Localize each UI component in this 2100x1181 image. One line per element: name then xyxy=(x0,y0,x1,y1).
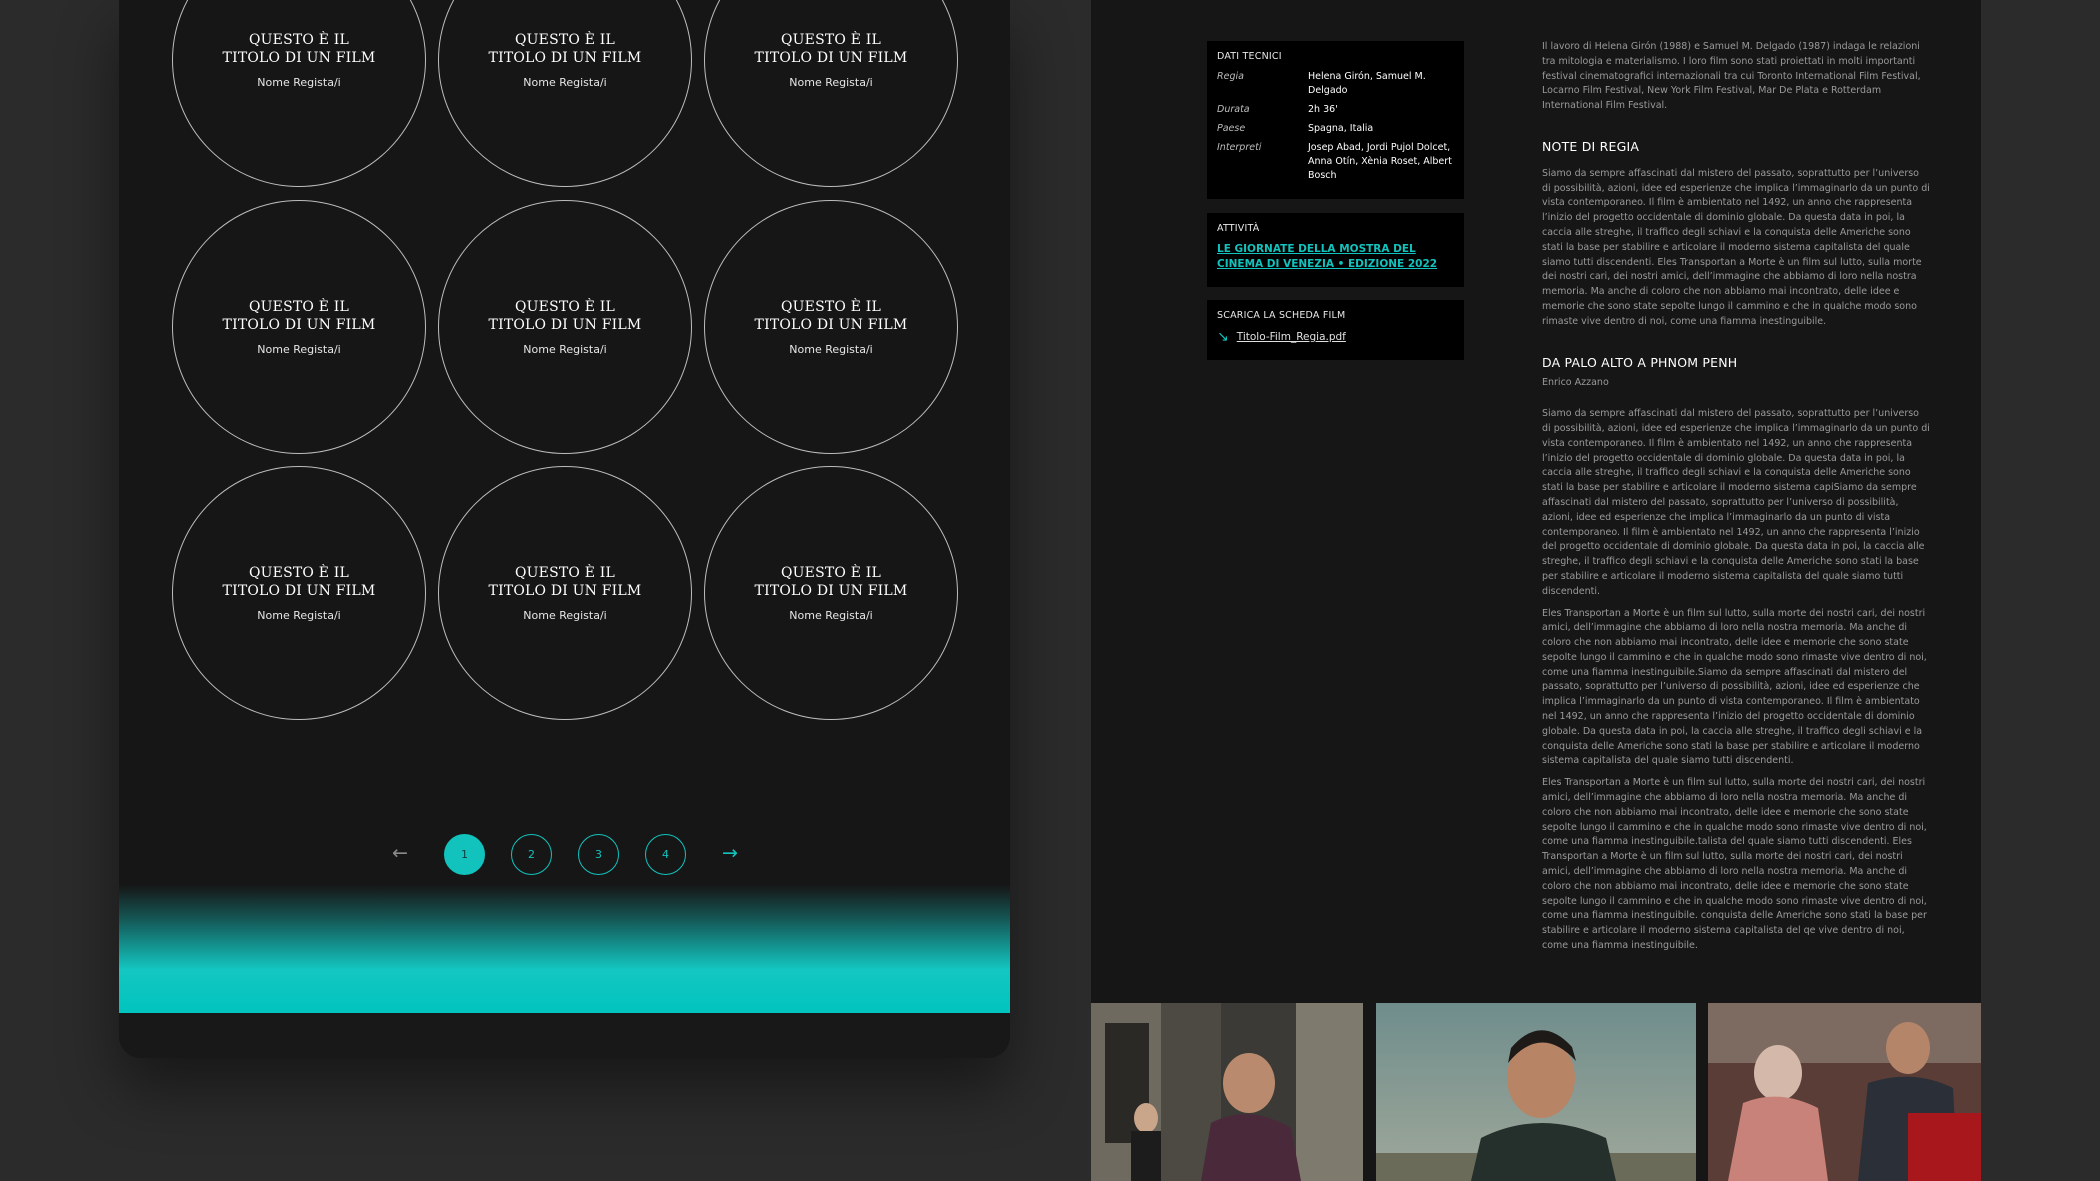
spec-row-interpreti: Interpreti Josep Abad, Jordi Pujol Dolce… xyxy=(1217,141,1454,183)
film-still-image[interactable] xyxy=(1708,1003,1981,1181)
notes-heading: NOTE DI REGIA xyxy=(1542,138,1640,154)
tech-data-title: DATI TECNICI xyxy=(1217,51,1282,62)
activity-box: ATTIVITÀ LE GIORNATE DELLA MOSTRA DEL CI… xyxy=(1207,213,1464,287)
spec-value: Helena Girón, Samuel M. Delgado xyxy=(1308,71,1426,96)
film-director: Nome Regista/i xyxy=(257,76,341,89)
spec-label: Durata xyxy=(1217,104,1250,115)
film-card[interactable]: QUESTO È IL TITOLO DI UN FILM Nome Regis… xyxy=(438,200,692,454)
film-title: QUESTO È IL TITOLO DI UN FILM xyxy=(488,565,642,599)
activity-link[interactable]: LE GIORNATE DELLA MOSTRA DEL CINEMA DI V… xyxy=(1217,242,1454,272)
tech-data-box: DATI TECNICI Regia Helena Girón, Samuel … xyxy=(1207,41,1464,199)
page-button-2[interactable]: 2 xyxy=(511,834,552,875)
intro-text: Il lavoro di Helena Girón (1988) e Samue… xyxy=(1542,41,1921,112)
section2-paragraph: Eles Transportan a Morte è un film sul l… xyxy=(1542,777,1927,952)
film-card[interactable]: QUESTO È IL TITOLO DI UN FILM Nome Regis… xyxy=(172,200,426,454)
film-title: QUESTO È IL TITOLO DI UN FILM xyxy=(754,32,908,66)
pagination: ← 1 2 3 4 → xyxy=(119,832,1010,876)
arrow-right-icon[interactable]: → xyxy=(717,840,743,866)
film-director: Nome Regista/i xyxy=(257,609,341,622)
film-director: Nome Regista/i xyxy=(789,343,873,356)
film-stills xyxy=(1091,1003,1981,1181)
spec-value: 2h 36' xyxy=(1308,104,1338,115)
film-director: Nome Regista/i xyxy=(789,76,873,89)
spec-label: Regia xyxy=(1217,71,1244,82)
film-card[interactable]: QUESTO È IL TITOLO DI UN FILM Nome Regis… xyxy=(704,0,958,187)
film-detail-panel: DATI TECNICI Regia Helena Girón, Samuel … xyxy=(1091,0,1981,1181)
film-director: Nome Regista/i xyxy=(523,76,607,89)
download-title: SCARICA LA SCHEDA FILM xyxy=(1217,310,1346,321)
section2-paragraph: Siamo da sempre affascinati dal mistero … xyxy=(1542,408,1930,597)
film-title: QUESTO È IL TITOLO DI UN FILM xyxy=(488,299,642,333)
spec-row-paese: Paese Spagna, Italia xyxy=(1217,122,1454,136)
film-title: QUESTO È IL TITOLO DI UN FILM xyxy=(488,32,642,66)
download-box: SCARICA LA SCHEDA FILM ↘ Titolo-Film_Reg… xyxy=(1207,300,1464,360)
page-button-1[interactable]: 1 xyxy=(444,834,485,875)
download-link[interactable]: ↘ Titolo-Film_Regia.pdf xyxy=(1217,329,1454,345)
film-card[interactable]: QUESTO È IL TITOLO DI UN FILM Nome Regis… xyxy=(438,466,692,720)
film-card[interactable]: QUESTO È IL TITOLO DI UN FILM Nome Regis… xyxy=(172,0,426,187)
film-card[interactable]: QUESTO È IL TITOLO DI UN FILM Nome Regis… xyxy=(704,200,958,454)
film-card[interactable]: QUESTO È IL TITOLO DI UN FILM Nome Regis… xyxy=(704,466,958,720)
film-director: Nome Regista/i xyxy=(789,609,873,622)
download-filename: Titolo-Film_Regia.pdf xyxy=(1236,331,1346,343)
film-director: Nome Regista/i xyxy=(523,343,607,356)
film-grid-panel: QUESTO È IL TITOLO DI UN FILM Nome Regis… xyxy=(119,0,1010,1058)
page-button-4[interactable]: 4 xyxy=(645,834,686,875)
film-card[interactable]: QUESTO È IL TITOLO DI UN FILM Nome Regis… xyxy=(172,466,426,720)
spec-value: Spagna, Italia xyxy=(1308,123,1374,134)
footer-strip xyxy=(119,1013,1010,1058)
arrow-down-right-icon: ↘ xyxy=(1217,329,1229,345)
film-director: Nome Regista/i xyxy=(523,609,607,622)
spec-label: Paese xyxy=(1217,123,1246,134)
film-title: QUESTO È IL TITOLO DI UN FILM xyxy=(222,299,376,333)
spec-label: Interpreti xyxy=(1217,142,1262,153)
film-title: QUESTO È IL TITOLO DI UN FILM xyxy=(222,32,376,66)
section2-heading: DA PALO ALTO A PHNOM PENH xyxy=(1542,354,1738,370)
film-director: Nome Regista/i xyxy=(257,343,341,356)
film-title: QUESTO È IL TITOLO DI UN FILM xyxy=(754,565,908,599)
page-button-3[interactable]: 3 xyxy=(578,834,619,875)
section2-paragraph: Eles Transportan a Morte è un film sul l… xyxy=(1542,607,1927,767)
spec-row-regia: Regia Helena Girón, Samuel M. Delgado xyxy=(1217,70,1454,98)
activity-title: ATTIVITÀ xyxy=(1217,223,1260,234)
film-card[interactable]: QUESTO È IL TITOLO DI UN FILM Nome Regis… xyxy=(438,0,692,187)
spec-value: Josep Abad, Jordi Pujol Dolcet, Anna Otí… xyxy=(1308,142,1452,181)
film-title: QUESTO È IL TITOLO DI UN FILM xyxy=(222,565,376,599)
section2-author: Enrico Azzano xyxy=(1542,377,1609,389)
article: Il lavoro di Helena Girón (1988) e Samue… xyxy=(1542,40,1930,961)
spec-row-durata: Durata 2h 36' xyxy=(1217,103,1454,117)
arrow-left-icon[interactable]: ← xyxy=(387,840,413,866)
film-still-image[interactable] xyxy=(1376,1003,1696,1181)
notes-text: Siamo da sempre affascinati dal mistero … xyxy=(1542,167,1930,327)
film-title: QUESTO È IL TITOLO DI UN FILM xyxy=(754,299,908,333)
footer-gradient xyxy=(119,885,1010,1015)
film-still-image[interactable] xyxy=(1091,1003,1363,1181)
film-grid: QUESTO È IL TITOLO DI UN FILM Nome Regis… xyxy=(119,0,1010,730)
